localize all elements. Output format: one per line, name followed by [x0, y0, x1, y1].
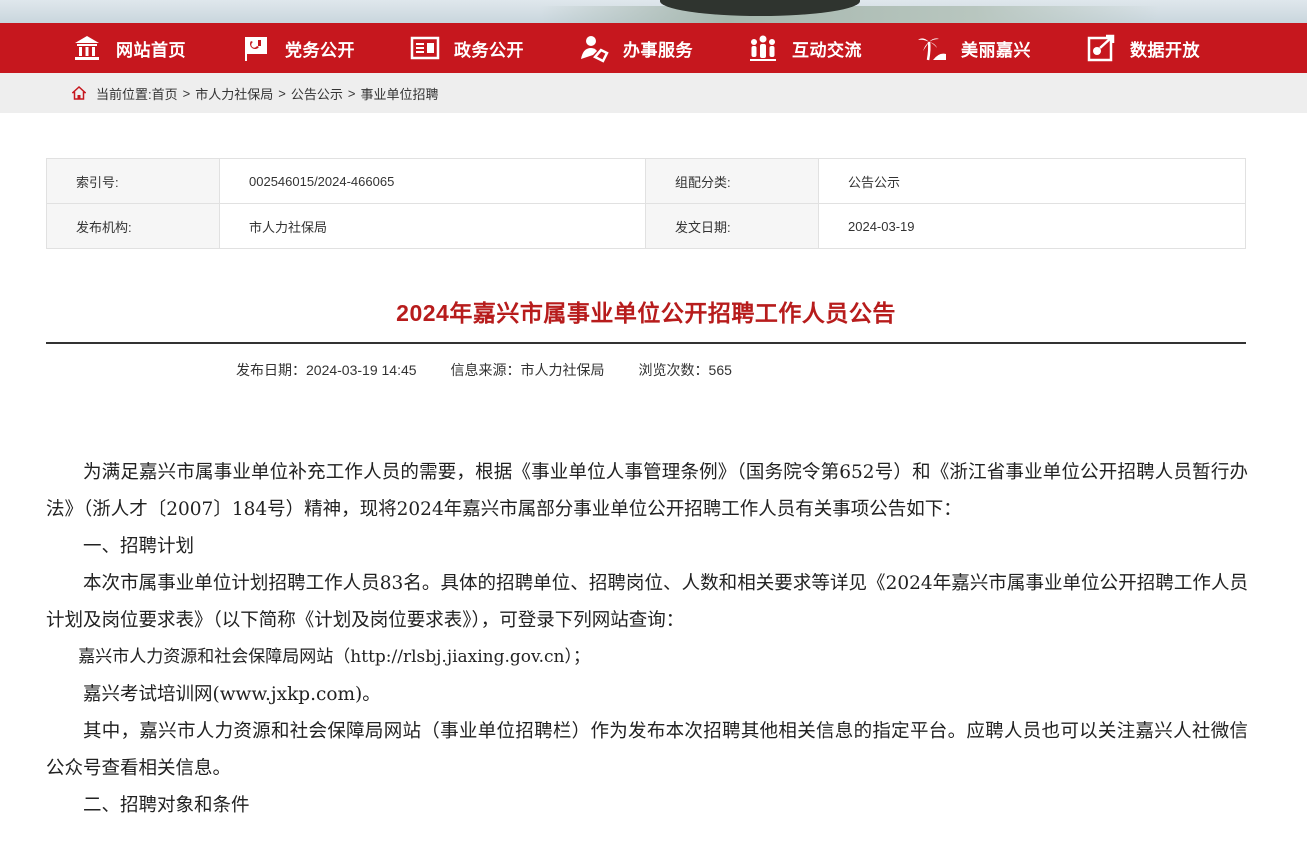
- publisher-value: 市人力社保局: [219, 203, 646, 249]
- section-heading: 二、招聘对象和条件: [83, 795, 250, 816]
- breadcrumb: 当前位置: 首页 > 市人力社保局 > 公告公示 > 事业单位招聘: [0, 73, 1307, 113]
- breadcrumb-prefix: 当前位置:: [96, 86, 152, 102]
- home-icon: [72, 86, 86, 100]
- info-source: 信息来源：市人力社保局: [450, 362, 605, 378]
- breadcrumb-recruitment[interactable]: 事业单位招聘: [360, 84, 438, 103]
- publish-date: 发布日期：2024-03-19 14:45: [236, 362, 417, 378]
- nav-item-interaction[interactable]: 互动交流: [748, 23, 917, 73]
- document-meta-table: 索引号: 002546015/2024-466065 组配分类: 公告公示 发布…: [46, 158, 1246, 249]
- breadcrumb-notices[interactable]: 公告公示: [291, 84, 343, 103]
- party-flag-icon: [245, 37, 267, 61]
- nav-label: 办事服务: [623, 40, 693, 60]
- nav-item-scenery[interactable]: 美丽嘉兴: [917, 23, 1086, 73]
- nav-item-data[interactable]: 数据开放: [1086, 23, 1255, 73]
- main-nav: 网站首页 党务公开 政务公开 办事服务 互动交流 美丽嘉兴 数据开放: [0, 23, 1307, 73]
- article-info: 发布日期：2024-03-19 14:45 信息来源：市人力社保局 浏览次数：5…: [236, 360, 732, 380]
- nav-label: 党务公开: [285, 40, 355, 60]
- index-label: 索引号:: [46, 158, 220, 204]
- link-exam-site: 嘉兴考试培训网(www.jxkp.com)。: [83, 684, 381, 705]
- category-label: 组配分类:: [645, 158, 819, 204]
- palm-tree-icon: [918, 38, 946, 61]
- article-title: 2024年嘉兴市属事业单位公开招聘工作人员公告: [396, 300, 896, 326]
- nav-label: 互动交流: [792, 40, 862, 60]
- breadcrumb-bureau[interactable]: 市人力社保局: [195, 84, 273, 103]
- nav-item-government[interactable]: 政务公开: [410, 23, 579, 73]
- section-heading: 一、招聘计划: [83, 536, 195, 557]
- home-icon: [75, 36, 99, 60]
- nav-label: 数据开放: [1130, 40, 1200, 60]
- nav-label: 网站首页: [116, 40, 186, 60]
- paragraph-intro: 为满足嘉兴市属事业单位补充工作人员的需要，根据《事业单位人事管理条例》（国务院令…: [46, 462, 1248, 520]
- breadcrumb-separator: >: [278, 85, 286, 101]
- nav-label: 美丽嘉兴: [961, 40, 1031, 60]
- date-value: 2024-03-19: [818, 203, 1246, 249]
- category-value: 公告公示: [818, 158, 1246, 204]
- banner-water: [540, 6, 1160, 23]
- breadcrumb-separator: >: [347, 85, 356, 101]
- nav-item-party[interactable]: 党务公开: [241, 23, 410, 73]
- top-banner-image: [0, 0, 1307, 23]
- article-body: 为满足嘉兴市属事业单位补充工作人员的需要，根据《事业单位人事管理条例》（国务院令…: [46, 454, 1248, 824]
- meta-row: 发布机构: 市人力社保局 发文日期: 2024-03-19: [46, 203, 1246, 249]
- meta-row: 索引号: 002546015/2024-466065 组配分类: 公告公示: [46, 158, 1246, 204]
- data-share-icon: [1087, 34, 1115, 62]
- document-icon: [410, 36, 440, 60]
- view-count: 浏览次数：565: [638, 362, 732, 378]
- date-label: 发文日期:: [645, 203, 819, 249]
- paragraph-plan: 本次市属事业单位计划招聘工作人员83名。具体的招聘单位、招聘岗位、人数和相关要求…: [46, 573, 1248, 631]
- link-hrss-site: 嘉兴市人力资源和社会保障局网站（http://rlsbj.jiaxing.gov…: [78, 647, 590, 667]
- breadcrumb-home[interactable]: 首页: [152, 84, 178, 103]
- publisher-label: 发布机构:: [46, 203, 220, 249]
- breadcrumb-separator: >: [182, 85, 191, 101]
- nav-item-services[interactable]: 办事服务: [579, 23, 748, 73]
- service-hand-icon: [581, 36, 609, 63]
- nav-label: 政务公开: [454, 40, 524, 60]
- nav-item-home[interactable]: 网站首页: [72, 23, 241, 73]
- paragraph-platform: 其中，嘉兴市人力资源和社会保障局网站（事业单位招聘栏）作为发布本次招聘其他相关信…: [46, 721, 1248, 779]
- people-icon: [750, 35, 776, 61]
- index-value: 002546015/2024-466065: [219, 158, 646, 204]
- title-divider: [46, 342, 1246, 344]
